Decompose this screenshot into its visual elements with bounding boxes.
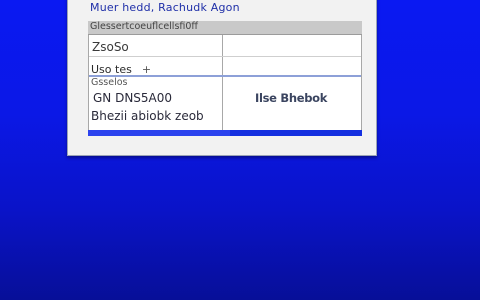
content-panel: ZsoSo Uso tes + Gsselos GN DNS5A00 Ilse B… <box>88 35 362 130</box>
column-header-label: Glessertcoeuflcellsfi0ff <box>90 21 198 32</box>
column-header: Glessertcoeuflcellsfi0ff <box>88 21 362 35</box>
column-divider <box>222 35 223 130</box>
row-divider <box>89 56 361 57</box>
status-bar <box>88 130 362 136</box>
list-item[interactable]: Bhezii abiobk zeob <box>91 109 204 123</box>
app-window: Muer hedd, Rachudk Agon Glessertcoeuflce… <box>67 0 377 156</box>
selected-row-line <box>89 75 361 77</box>
list-item[interactable]: GN DNS5A00 <box>93 91 172 105</box>
window-title: Muer hedd, Rachudk Agon <box>90 1 240 14</box>
list-item[interactable]: ZsoSo <box>92 40 129 54</box>
list-item[interactable]: Gsselos <box>91 77 128 88</box>
detail-label[interactable]: Ilse Bhebok <box>255 91 327 105</box>
